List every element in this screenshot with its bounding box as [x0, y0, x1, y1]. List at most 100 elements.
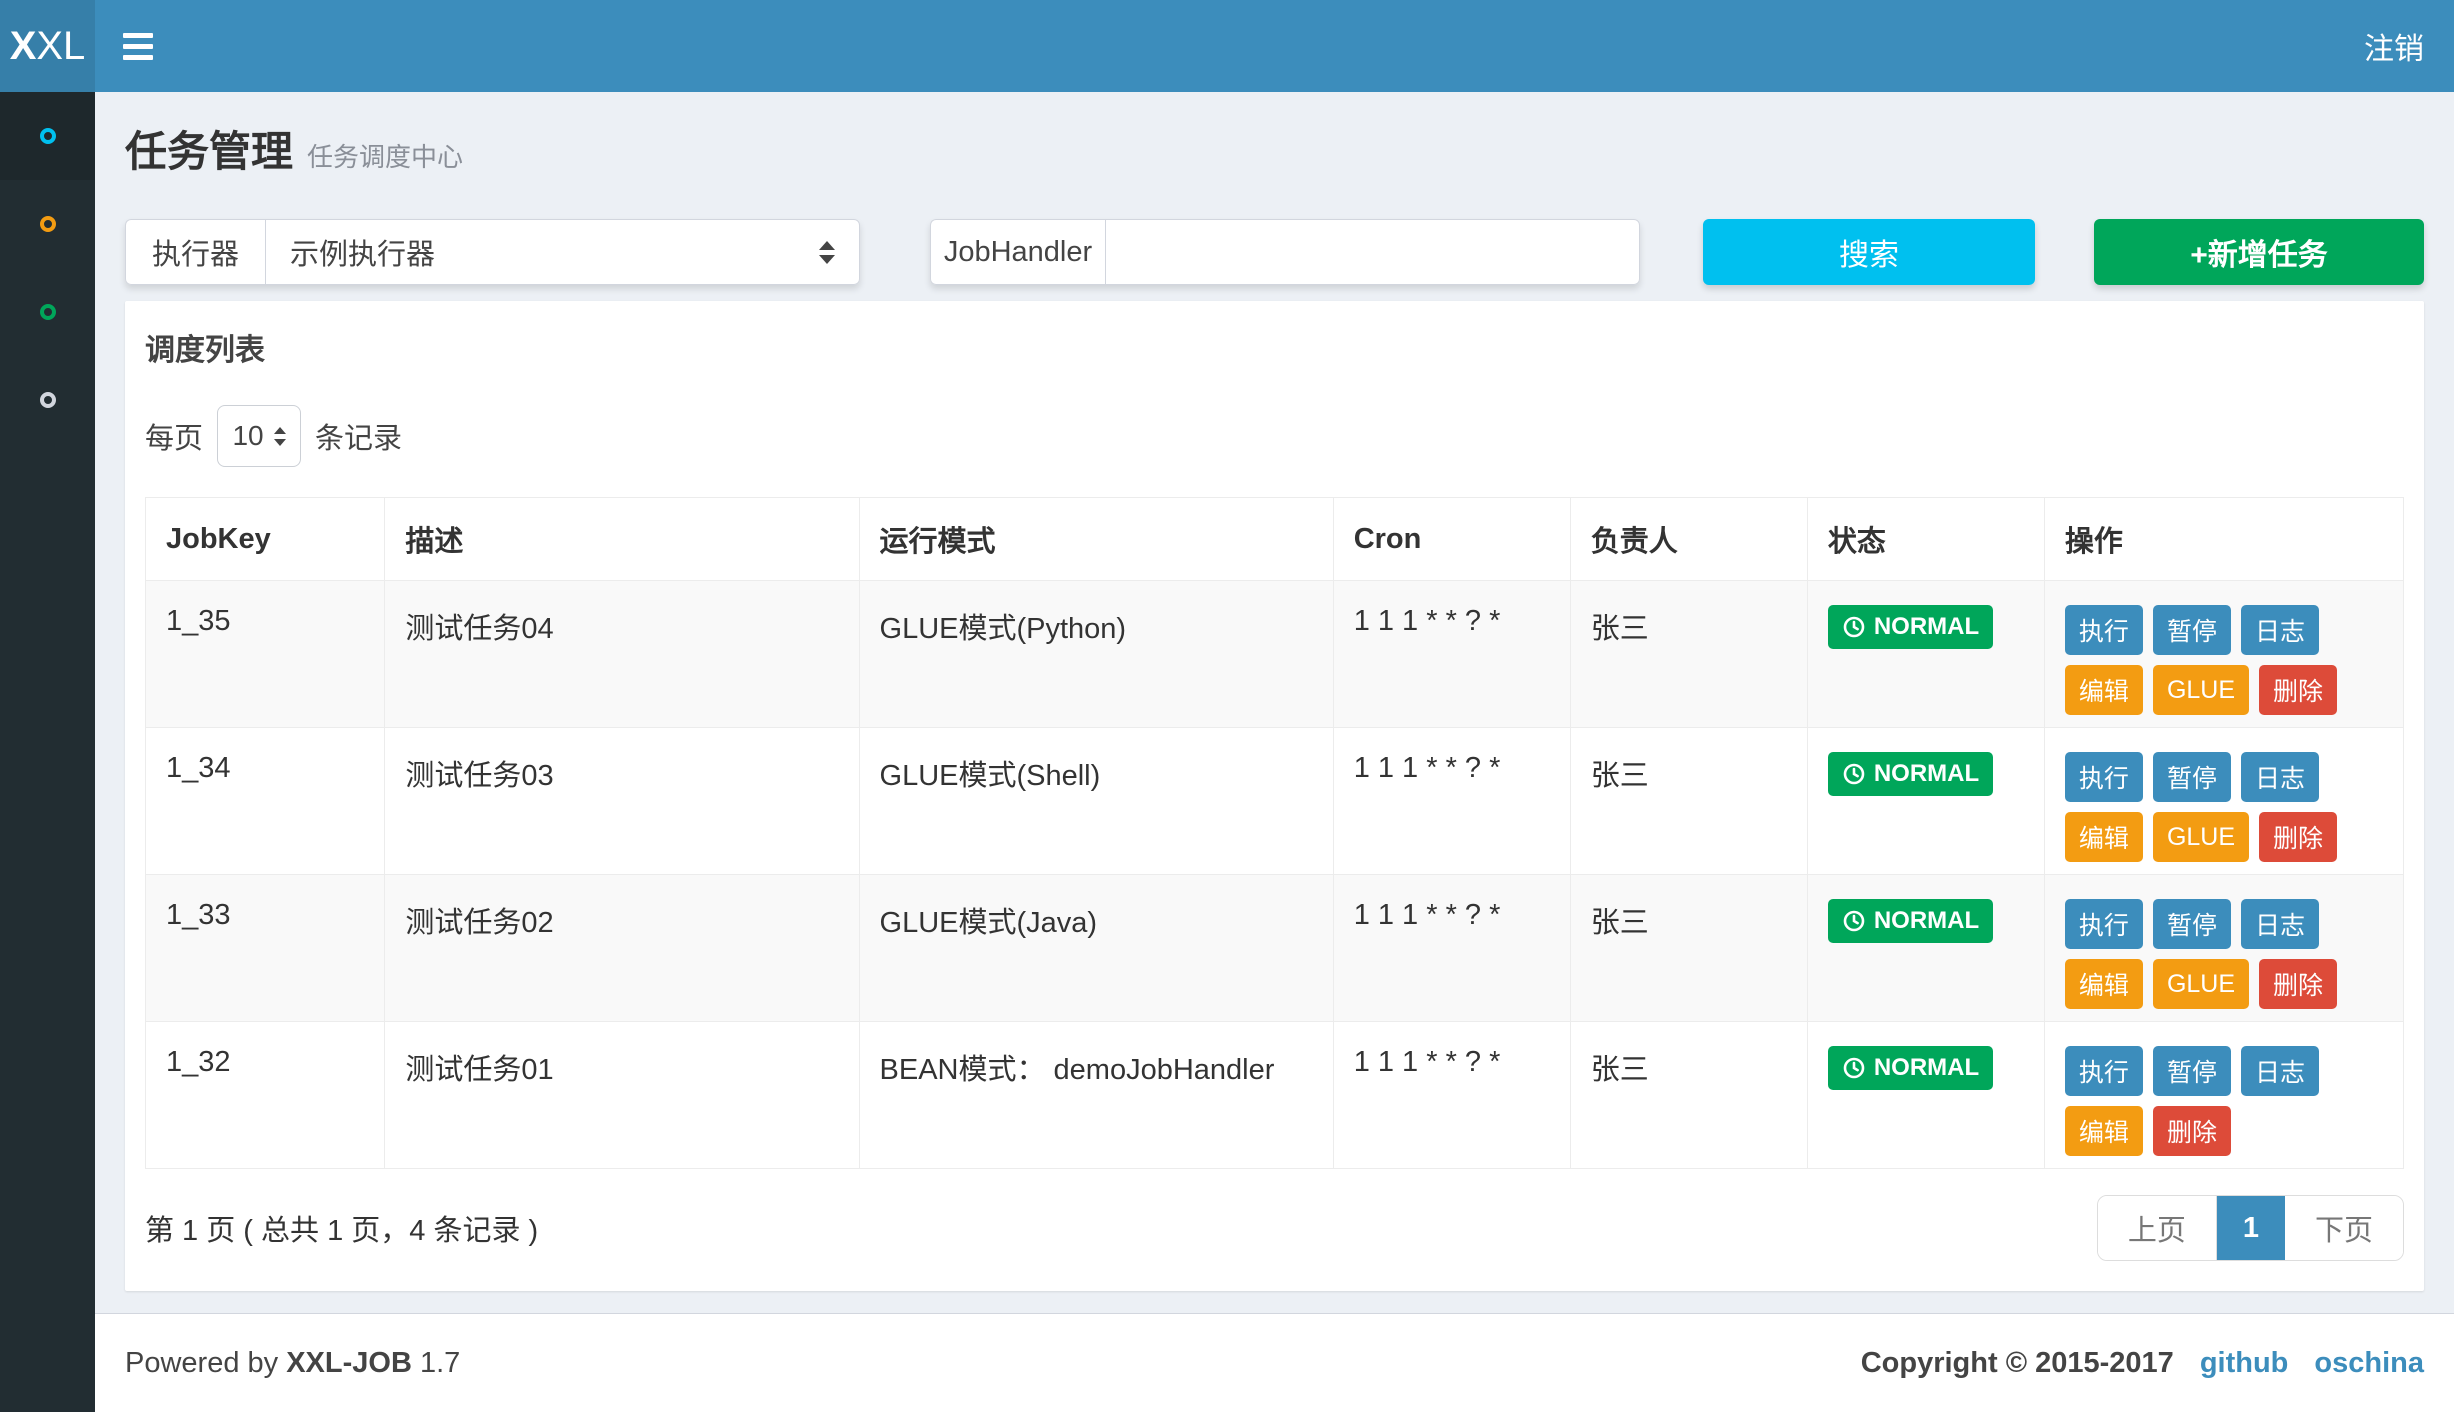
logo-bold-letter: X [10, 24, 37, 69]
circle-icon [40, 392, 56, 408]
sidebar-item-1[interactable] [0, 92, 95, 180]
action-glue-button[interactable]: GLUE [2153, 812, 2249, 862]
jobhandler-filter-group: JobHandler [930, 219, 1640, 285]
status-badge: NORMAL [1828, 899, 1993, 943]
desc-cell: 测试任务01 [385, 1022, 859, 1169]
action-log-button[interactable]: 日志 [2241, 752, 2319, 802]
page-size-suffix: 条记录 [315, 415, 402, 457]
product-version: 1.7 [420, 1347, 460, 1379]
mode-cell: GLUE模式(Python) [859, 581, 1333, 728]
next-page-button[interactable]: 下页 [2285, 1196, 2403, 1260]
actions-cell: 执行暂停日志编辑GLUE删除 [2044, 875, 2403, 1022]
sidebar-toggle-button[interactable] [95, 0, 181, 92]
circle-icon [40, 128, 56, 144]
sidebar-item-3[interactable] [0, 268, 95, 356]
sidebar-item-2[interactable] [0, 180, 95, 268]
pagination-row: 第 1 页 ( 总共 1 页，4 条记录 ) 上页 1 下页 [145, 1195, 2404, 1261]
status-text: NORMAL [1874, 907, 1979, 935]
actions-cell: 执行暂停日志编辑删除 [2044, 1022, 2403, 1169]
table-header-row: JobKey 描述 运行模式 Cron 负责人 状态 操作 [146, 498, 2404, 581]
desc-cell: 测试任务02 [385, 875, 859, 1022]
search-button[interactable]: 搜索 [1703, 219, 2035, 285]
table-row: 1_35测试任务04GLUE模式(Python)1 1 1 * * ? *张三N… [146, 581, 2404, 728]
col-header-owner: 负责人 [1570, 498, 1807, 581]
action-delete-button[interactable]: 删除 [2259, 665, 2337, 715]
action-pause-button[interactable]: 暂停 [2153, 752, 2231, 802]
action-glue-button[interactable]: GLUE [2153, 959, 2249, 1009]
page-footer: Powered by XXL-JOB 1.7 Copyright © 2015-… [95, 1313, 2454, 1412]
status-cell: NORMAL [1807, 581, 2044, 728]
table-row: 1_34测试任务03GLUE模式(Shell)1 1 1 * * ? *张三NO… [146, 728, 2404, 875]
powered-by-text: Powered by XXL-JOB 1.7 [125, 1347, 460, 1380]
action-run-button[interactable]: 执行 [2065, 605, 2143, 655]
pager: 上页 1 下页 [2097, 1195, 2404, 1261]
cron-cell: 1 1 1 * * ? * [1333, 1022, 1570, 1169]
logout-button[interactable]: 注销 [2334, 0, 2454, 92]
prev-page-button[interactable]: 上页 [2098, 1196, 2217, 1260]
desc-cell: 测试任务04 [385, 581, 859, 728]
action-edit-button[interactable]: 编辑 [2065, 812, 2143, 862]
sidebar-item-4[interactable] [0, 356, 95, 444]
add-job-button[interactable]: +新增任务 [2094, 219, 2424, 285]
action-run-button[interactable]: 执行 [2065, 752, 2143, 802]
page-subtitle: 任务调度中心 [307, 137, 463, 174]
actions-row: 编辑删除 [2065, 1106, 2383, 1156]
clock-icon [1842, 909, 1866, 933]
desc-cell: 测试任务03 [385, 728, 859, 875]
clock-icon [1842, 762, 1866, 786]
jobkey-cell: 1_34 [146, 728, 385, 875]
status-badge: NORMAL [1828, 752, 1993, 796]
action-delete-button[interactable]: 删除 [2153, 1106, 2231, 1156]
jobkey-cell: 1_33 [146, 875, 385, 1022]
action-pause-button[interactable]: 暂停 [2153, 605, 2231, 655]
action-log-button[interactable]: 日志 [2241, 899, 2319, 949]
page-size-row: 每页 10 条记录 [145, 405, 2404, 467]
content-header: 任务管理 任务调度中心 [125, 118, 2424, 179]
executor-selected-value: 示例执行器 [290, 231, 435, 273]
action-edit-button[interactable]: 编辑 [2065, 1106, 2143, 1156]
footer-right: Copyright © 2015-2017 github oschina [1861, 1347, 2424, 1380]
action-delete-button[interactable]: 删除 [2259, 812, 2337, 862]
action-edit-button[interactable]: 编辑 [2065, 959, 2143, 1009]
product-name: XXL-JOB [286, 1347, 412, 1379]
main-content: 任务管理 任务调度中心 执行器 示例执行器 JobHandler 搜索 +新增任… [95, 92, 2454, 1313]
executor-label: 执行器 [125, 219, 265, 285]
top-navbar: XXL 注销 [0, 0, 2454, 92]
status-text: NORMAL [1874, 613, 1979, 641]
navbar-right: 注销 [2334, 0, 2454, 92]
executor-select[interactable]: 示例执行器 [265, 219, 860, 285]
col-header-desc: 描述 [385, 498, 859, 581]
action-run-button[interactable]: 执行 [2065, 1046, 2143, 1096]
action-delete-button[interactable]: 删除 [2259, 959, 2337, 1009]
table-row: 1_33测试任务02GLUE模式(Java)1 1 1 * * ? *张三NOR… [146, 875, 2404, 1022]
actions-cell: 执行暂停日志编辑GLUE删除 [2044, 581, 2403, 728]
action-edit-button[interactable]: 编辑 [2065, 665, 2143, 715]
github-link[interactable]: github [2200, 1347, 2289, 1380]
jobhandler-input[interactable] [1130, 220, 1615, 284]
action-log-button[interactable]: 日志 [2241, 605, 2319, 655]
action-pause-button[interactable]: 暂停 [2153, 899, 2231, 949]
copyright-text: Copyright © 2015-2017 [1861, 1347, 2174, 1380]
job-table-body: 1_35测试任务04GLUE模式(Python) 1 1 1 * * ? *张三 N… [146, 581, 2404, 1169]
job-table: JobKey 描述 运行模式 Cron 负责人 状态 操作 1_35测试任务04… [145, 497, 2404, 1169]
actions-row: 编辑GLUE删除 [2065, 959, 2383, 1009]
status-badge: NORMAL [1828, 1046, 1993, 1090]
action-pause-button[interactable]: 暂停 [2153, 1046, 2231, 1096]
status-cell: NORMAL [1807, 1022, 2044, 1169]
jobkey-cell: 1_35 [146, 581, 385, 728]
select-caret-icon [274, 427, 286, 446]
xxl-job-admin-page: XXL 注销 任务管理 任务调度中心 执行器 示例执行器 [0, 0, 2454, 1412]
page-size-value: 10 [232, 420, 263, 452]
owner-cell: 张三 [1570, 728, 1807, 875]
action-log-button[interactable]: 日志 [2241, 1046, 2319, 1096]
action-run-button[interactable]: 执行 [2065, 899, 2143, 949]
oschina-link[interactable]: oschina [2314, 1347, 2424, 1380]
current-page-button[interactable]: 1 [2217, 1196, 2285, 1260]
panel-title: 调度列表 [145, 325, 2404, 369]
app-logo[interactable]: XXL [0, 0, 95, 92]
owner-cell: 张三 [1570, 875, 1807, 1022]
page-size-select[interactable]: 10 [217, 405, 301, 467]
select-caret-icon [819, 241, 835, 264]
schedule-list-panel: 调度列表 每页 10 条记录 JobKey 描述 运 [125, 301, 2424, 1291]
action-glue-button[interactable]: GLUE [2153, 665, 2249, 715]
